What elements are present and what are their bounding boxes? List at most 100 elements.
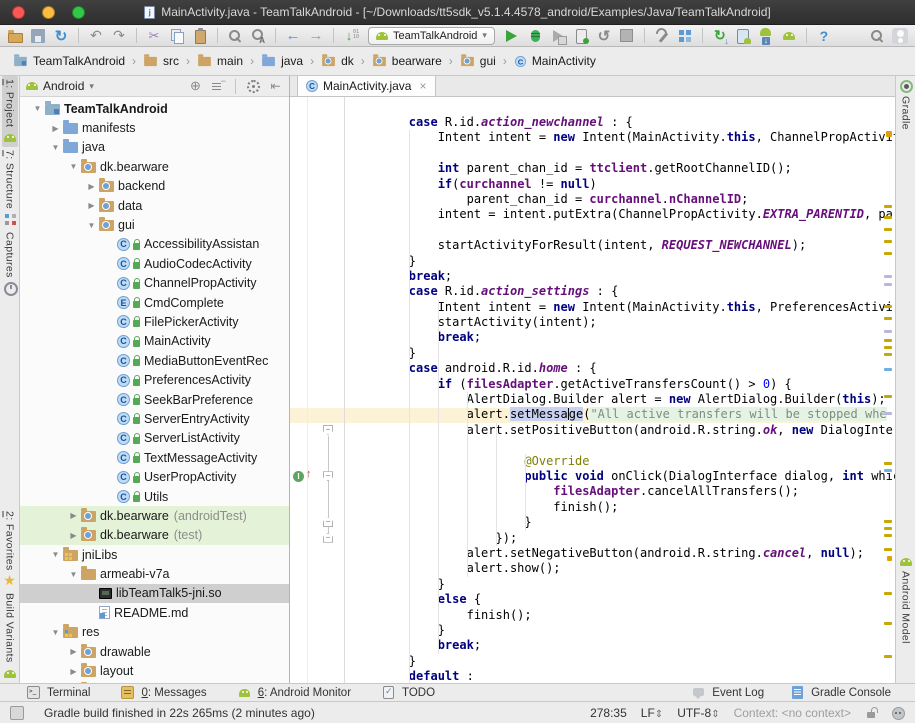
stripe-mark[interactable] bbox=[884, 216, 892, 219]
code-line[interactable]: if (filesAdapter.getActiveTransfersCount… bbox=[351, 377, 895, 392]
stripe-mark[interactable] bbox=[884, 283, 892, 286]
fold-marker-icon[interactable]: − bbox=[323, 517, 333, 527]
code-line[interactable]: } bbox=[351, 577, 895, 592]
minimize-window-button[interactable] bbox=[42, 6, 55, 19]
tool-window-button-terminal[interactable]: Terminal bbox=[26, 685, 90, 700]
export-format-icon[interactable] bbox=[342, 27, 360, 45]
close-window-button[interactable] bbox=[12, 6, 25, 19]
context-indicator[interactable]: Context: <no context> bbox=[734, 706, 851, 720]
copy-icon[interactable] bbox=[168, 27, 186, 45]
tool-button-build-variants[interactable]: Build Variants bbox=[2, 590, 18, 683]
code-line[interactable]: } bbox=[351, 623, 895, 638]
locate-file-button[interactable] bbox=[188, 79, 203, 94]
tree-item-textmessageactivity[interactable]: CTextMessageActivity bbox=[20, 448, 289, 467]
tree-item-utils[interactable]: CUtils bbox=[20, 487, 289, 506]
save-icon[interactable] bbox=[29, 27, 47, 45]
expander-icon[interactable]: ▼ bbox=[66, 570, 81, 579]
stripe-mark[interactable] bbox=[884, 534, 892, 537]
code-line[interactable]: }); bbox=[351, 531, 895, 546]
tree-item-gui[interactable]: ▼gui bbox=[20, 215, 289, 234]
gear-icon[interactable] bbox=[246, 79, 261, 94]
breadcrumb-bearware[interactable]: bearware bbox=[369, 53, 445, 69]
overrides-method-icon[interactable]: ↑ bbox=[306, 468, 312, 480]
tree-item-menu[interactable]: ▶menu bbox=[20, 681, 289, 683]
stripe-mark[interactable] bbox=[884, 353, 892, 356]
code-line[interactable]: } bbox=[351, 515, 895, 530]
tree-item-teamtalkandroid[interactable]: ▼TeamTalkAndroid bbox=[20, 99, 289, 118]
stripe-mark[interactable] bbox=[884, 205, 892, 208]
tree-item-channelpropactivity[interactable]: CChannelPropActivity bbox=[20, 274, 289, 293]
expander-icon[interactable]: ▶ bbox=[66, 667, 81, 676]
code-line[interactable]: break; bbox=[351, 269, 895, 284]
stripe-mark[interactable] bbox=[884, 469, 892, 472]
expander-icon[interactable]: ▼ bbox=[48, 143, 63, 152]
editor-gutter[interactable]: −−−−I↑ bbox=[290, 97, 345, 683]
redo-icon[interactable] bbox=[110, 27, 128, 45]
stripe-mark[interactable] bbox=[884, 462, 892, 465]
code-line[interactable]: intent = intent.putExtra(ChannelPropActi… bbox=[351, 207, 895, 222]
attach-debugger-icon[interactable] bbox=[572, 27, 590, 45]
expander-icon[interactable]: ▼ bbox=[30, 104, 45, 113]
tree-item-armeabi-v7a[interactable]: ▼armeabi-v7a bbox=[20, 564, 289, 583]
sync-icon[interactable] bbox=[52, 27, 70, 45]
expander-icon[interactable]: ▶ bbox=[66, 531, 81, 540]
tree-item-preferencesactivity[interactable]: CPreferencesActivity bbox=[20, 370, 289, 389]
tree-item-seekbarpreference[interactable]: CSeekBarPreference bbox=[20, 390, 289, 409]
breadcrumb-mainactivity[interactable]: CMainActivity bbox=[511, 53, 599, 69]
coverage-icon[interactable] bbox=[549, 27, 567, 45]
error-stripe[interactable] bbox=[881, 97, 895, 683]
stripe-mark[interactable] bbox=[887, 556, 892, 561]
tree-item-userpropactivity[interactable]: CUserPropActivity bbox=[20, 467, 289, 486]
tool-button-7-structure[interactable]: 7: Structure bbox=[2, 147, 18, 229]
hide-panel-button[interactable] bbox=[268, 79, 283, 94]
tree-item-layout[interactable]: ▶layout bbox=[20, 661, 289, 680]
tree-item-audiocodecactivity[interactable]: CAudioCodecActivity bbox=[20, 254, 289, 273]
sdk-manager-icon[interactable] bbox=[757, 27, 775, 45]
code-line[interactable]: alert.setNegativeButton(android.R.string… bbox=[351, 546, 895, 561]
breadcrumb-gui[interactable]: gui bbox=[457, 53, 499, 69]
stripe-mark[interactable] bbox=[886, 131, 892, 137]
code-line[interactable]: filesAdapter.cancelAllTransfers(); bbox=[351, 484, 895, 499]
tree-item-res[interactable]: ▼res bbox=[20, 623, 289, 642]
restart-icon[interactable] bbox=[595, 27, 613, 45]
search-everywhere-icon[interactable] bbox=[868, 27, 886, 45]
stripe-mark[interactable] bbox=[884, 240, 892, 243]
code-line[interactable]: finish(); bbox=[351, 608, 895, 623]
code-line[interactable]: int parent_chan_id = ttclient.getRootCha… bbox=[351, 161, 895, 176]
code-line[interactable]: parent_chan_id = curchannel.nChannelID; bbox=[351, 192, 895, 207]
code-line[interactable]: if(curchannel != null) bbox=[351, 177, 895, 192]
stripe-mark[interactable] bbox=[884, 655, 892, 658]
tree-item-dk-bearware[interactable]: ▶dk.bearware(test) bbox=[20, 526, 289, 545]
code-line[interactable]: default : bbox=[351, 669, 895, 683]
code-line[interactable]: startActivity(intent); bbox=[351, 315, 895, 330]
caret-position[interactable]: 278:35 bbox=[590, 706, 627, 720]
zoom-window-button[interactable] bbox=[72, 6, 85, 19]
fold-marker-icon[interactable]: − bbox=[323, 425, 333, 435]
tree-item-java[interactable]: ▼java bbox=[20, 138, 289, 157]
code-line[interactable]: case R.id.action_settings : { bbox=[351, 284, 895, 299]
code-line[interactable]: finish(); bbox=[351, 500, 895, 515]
tool-button-captures[interactable]: Captures bbox=[2, 229, 18, 298]
code-line[interactable]: alert.setPositiveButton(android.R.string… bbox=[351, 423, 895, 438]
code-line[interactable] bbox=[351, 438, 895, 453]
unlock-icon[interactable] bbox=[865, 706, 877, 719]
expander-icon[interactable]: ▼ bbox=[84, 221, 99, 230]
run-config-select[interactable]: TeamTalkAndroid▾ bbox=[368, 27, 495, 45]
find-icon[interactable] bbox=[226, 27, 244, 45]
tree-item-mainactivity[interactable]: CMainActivity bbox=[20, 332, 289, 351]
code-line[interactable]: @Override bbox=[351, 454, 895, 469]
tree-item-readme-md[interactable]: README.md bbox=[20, 603, 289, 622]
close-icon[interactable]: × bbox=[419, 79, 426, 93]
editor[interactable]: −−−−I↑ case R.id.action_newchannel : { I… bbox=[290, 97, 895, 683]
fold-marker-icon[interactable]: − bbox=[323, 533, 333, 543]
tool-window-button-0-messages[interactable]: 0: Messages bbox=[120, 685, 206, 700]
stripe-mark[interactable] bbox=[884, 412, 892, 415]
breadcrumb-java[interactable]: java bbox=[258, 53, 306, 69]
tree-item-dk-bearware[interactable]: ▶dk.bearware(androidTest) bbox=[20, 506, 289, 525]
help-icon[interactable] bbox=[815, 27, 833, 45]
expander-icon[interactable]: ▼ bbox=[66, 162, 81, 171]
code-line[interactable]: AlertDialog.Builder alert = new AlertDia… bbox=[351, 392, 895, 407]
code-area[interactable]: case R.id.action_newchannel : { Intent i… bbox=[345, 97, 895, 683]
expander-icon[interactable]: ▼ bbox=[48, 550, 63, 559]
tree-item-data[interactable]: ▶data bbox=[20, 196, 289, 215]
